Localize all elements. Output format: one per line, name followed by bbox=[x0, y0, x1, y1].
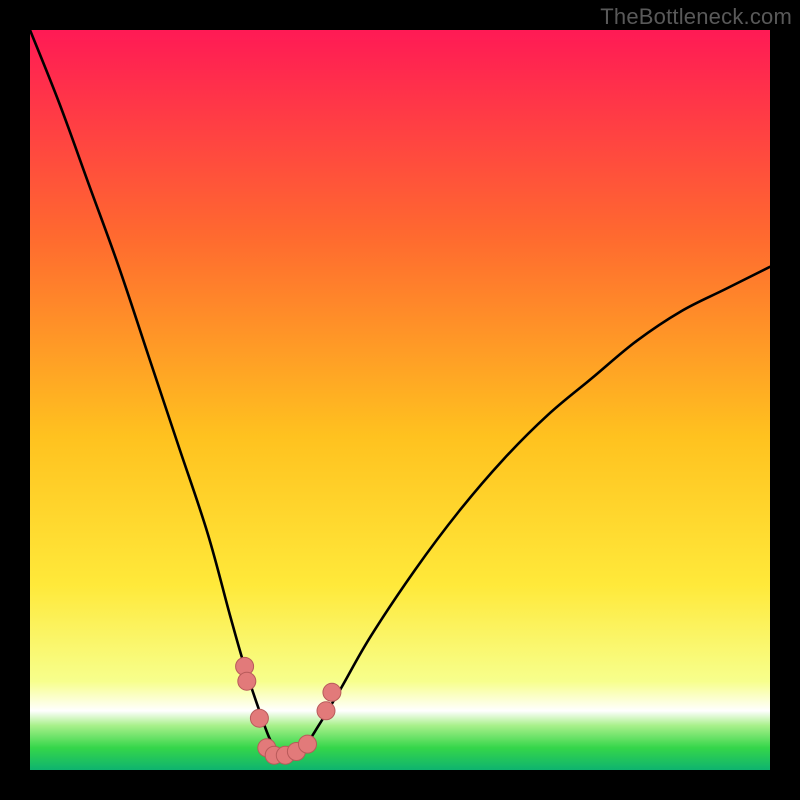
chart-svg bbox=[30, 30, 770, 770]
attribution-text: TheBottleneck.com bbox=[600, 4, 792, 30]
gradient-background bbox=[30, 30, 770, 770]
curve-marker bbox=[250, 709, 268, 727]
curve-marker bbox=[238, 672, 256, 690]
plot-area bbox=[30, 30, 770, 770]
curve-marker bbox=[317, 702, 335, 720]
chart-frame: TheBottleneck.com bbox=[0, 0, 800, 800]
curve-marker bbox=[299, 735, 317, 753]
curve-marker bbox=[323, 683, 341, 701]
